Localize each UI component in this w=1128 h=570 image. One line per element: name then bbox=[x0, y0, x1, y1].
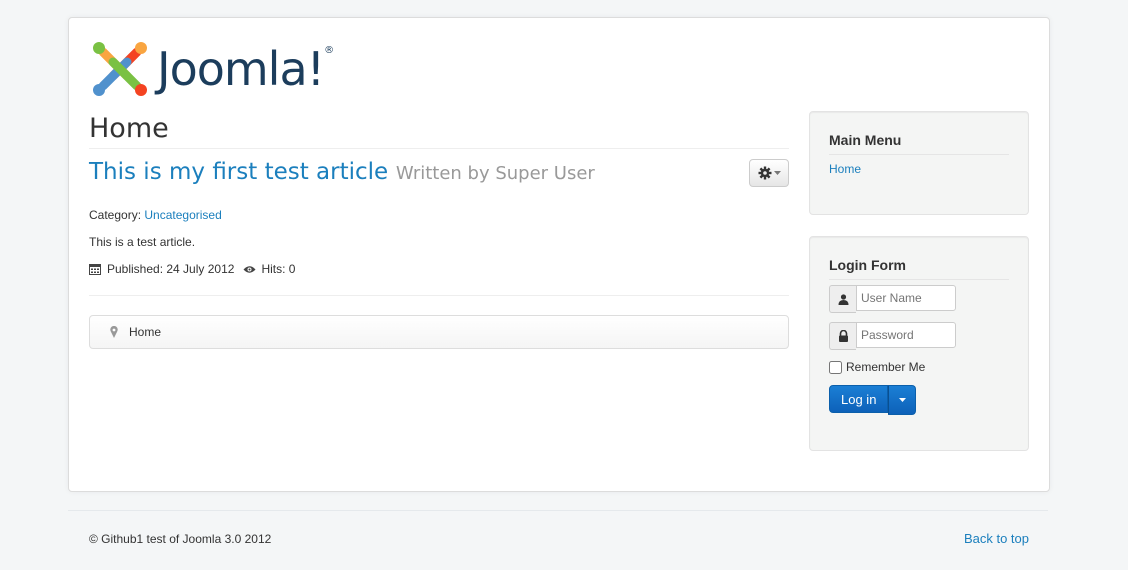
user-icon bbox=[838, 293, 848, 305]
site-logo[interactable]: Joomla!® bbox=[89, 38, 334, 100]
lock-icon bbox=[838, 330, 848, 342]
login-form-title: Login Form bbox=[829, 257, 1009, 280]
remember-me-label: Remember Me bbox=[846, 360, 926, 374]
login-form-module: Login Form Remember Me bbox=[809, 236, 1029, 451]
map-marker-icon bbox=[110, 326, 118, 338]
article-divider bbox=[89, 295, 789, 296]
login-button-group: Log in bbox=[829, 385, 917, 415]
login-button[interactable]: Log in bbox=[829, 385, 889, 413]
joomla-logo-icon bbox=[93, 42, 147, 96]
footer-divider bbox=[68, 510, 1048, 511]
breadcrumb-current: Home bbox=[129, 325, 162, 339]
calendar-icon bbox=[89, 264, 101, 275]
password-group bbox=[829, 322, 956, 350]
password-input[interactable] bbox=[856, 322, 956, 348]
user-icon-addon bbox=[829, 285, 856, 313]
caret-down-icon bbox=[898, 398, 906, 402]
page-container: Joomla!® Home This is my first test arti… bbox=[68, 17, 1050, 492]
article-header: This is my first test article Written by… bbox=[89, 159, 789, 187]
lock-icon-addon bbox=[829, 322, 856, 350]
main-menu-module: Main Menu Home bbox=[809, 111, 1029, 215]
article-category: Category: Uncategorised bbox=[89, 208, 222, 222]
remember-me[interactable]: Remember Me bbox=[829, 360, 925, 374]
username-input[interactable] bbox=[856, 285, 956, 311]
logo-text: Joomla!® bbox=[157, 42, 334, 96]
main-menu-item-home[interactable]: Home bbox=[829, 162, 861, 176]
back-to-top-link[interactable]: Back to top bbox=[964, 531, 1029, 546]
breadcrumb: Home bbox=[89, 315, 789, 349]
eye-icon bbox=[243, 265, 256, 273]
gear-icon bbox=[758, 166, 771, 180]
caret-down-icon bbox=[773, 171, 781, 175]
hits-count: Hits: 0 bbox=[261, 262, 296, 276]
main-menu-title: Main Menu bbox=[829, 132, 1009, 155]
footer-copyright: © Github1 test of Joomla 3.0 2012 bbox=[89, 532, 272, 546]
remember-me-checkbox[interactable] bbox=[829, 360, 842, 374]
username-group bbox=[829, 285, 956, 313]
article-body: This is a test article. bbox=[89, 235, 196, 249]
login-options-toggle[interactable] bbox=[888, 385, 917, 415]
article-info: Published: 24 July 2012 Hits: 0 bbox=[89, 262, 295, 276]
page-title: Home bbox=[89, 113, 789, 149]
article-author: Written by Super User bbox=[395, 163, 595, 184]
published-date: Published: 24 July 2012 bbox=[107, 262, 235, 276]
category-link[interactable]: Uncategorised bbox=[144, 208, 221, 222]
article-options-button[interactable] bbox=[749, 159, 789, 187]
article-title-link[interactable]: This is my first test article bbox=[89, 159, 388, 185]
